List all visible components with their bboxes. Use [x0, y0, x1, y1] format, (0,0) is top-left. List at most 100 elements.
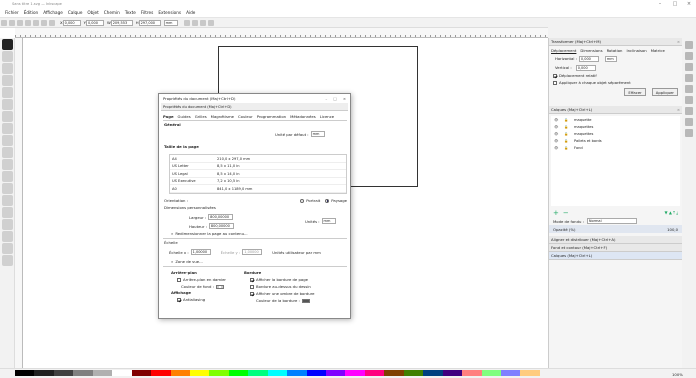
- dialog-minimize-icon[interactable]: –: [325, 96, 327, 101]
- page-size-list[interactable]: A4 210,0 x 297,0 mm US Letter 8,5 x 11,0 in…: [169, 154, 347, 194]
- dialog-maximize-icon[interactable]: □: [333, 96, 337, 101]
- unit-select[interactable]: mm: [163, 19, 178, 26]
- doc-props-tab[interactable]: Page: [163, 114, 174, 119]
- scale-y-input[interactable]: 1,00000: [242, 249, 263, 255]
- checkerboard-checkbox[interactable]: [177, 277, 181, 282]
- layer-lock-icon[interactable]: 🔓: [564, 118, 574, 122]
- bucket-tool-icon[interactable]: [2, 231, 13, 242]
- menu-item[interactable]: Extensions: [158, 10, 181, 15]
- doc-props-tab[interactable]: Métadonnées: [290, 114, 316, 119]
- selector-tool-icon[interactable]: [2, 39, 13, 50]
- scale-corners-icon[interactable]: [191, 19, 198, 26]
- transform-tab[interactable]: Dimensions: [580, 48, 602, 53]
- gradient-tool-icon[interactable]: [2, 243, 13, 254]
- border-top-checkbox[interactable]: [250, 284, 254, 289]
- transform-close-icon[interactable]: ×: [677, 39, 680, 44]
- page-height-input[interactable]: 800,00000: [208, 223, 234, 229]
- layer-row[interactable]: 👁 🔓 Pailets et bords: [551, 137, 680, 144]
- layer-visibility-icon[interactable]: 👁: [554, 146, 564, 150]
- tweak-tool-icon[interactable]: [2, 63, 13, 74]
- palette-swatch[interactable]: [326, 370, 346, 376]
- page-size-row[interactable]: US Legal 8,5 x 14,0 in: [170, 170, 346, 178]
- menu-item[interactable]: Filtres: [141, 10, 153, 15]
- palette-swatch[interactable]: [189, 370, 210, 376]
- width-input[interactable]: 209,553: [110, 19, 133, 26]
- palette-swatch[interactable]: [500, 370, 521, 376]
- docked-panel-tab[interactable]: Aligner et distribuer (Maj+Ctrl+A): [549, 236, 682, 244]
- doc-props-tab[interactable]: Guides: [178, 114, 191, 119]
- snap-nodes-icon[interactable]: [685, 63, 693, 71]
- layer-row[interactable]: 👁 🔓 Fond: [551, 144, 680, 151]
- doc-props-tab[interactable]: Programmation: [257, 114, 286, 119]
- snap-page-icon[interactable]: [685, 107, 693, 115]
- scale-x-input[interactable]: 1,00000: [190, 249, 211, 255]
- page-size-row[interactable]: A0 841,0 x 1189,0 mm: [170, 185, 346, 193]
- palette-swatch[interactable]: [151, 370, 171, 376]
- layer-visibility-icon[interactable]: 👁: [554, 118, 564, 122]
- blend-mode-select[interactable]: Normal: [586, 218, 637, 224]
- palette-swatch[interactable]: [287, 370, 307, 376]
- snap-bbox-icon[interactable]: [685, 52, 693, 60]
- flip-h-icon[interactable]: [41, 19, 47, 26]
- palette-swatch[interactable]: [34, 370, 54, 376]
- page-size-row[interactable]: US Executive 7,2 x 10,5 in: [170, 178, 346, 185]
- doc-props-tab[interactable]: Magnétisme: [211, 114, 234, 119]
- layer-visibility-icon[interactable]: 👁: [554, 132, 564, 136]
- layer-lock-icon[interactable]: 🔓: [564, 139, 574, 143]
- transform-tab[interactable]: Matrice: [651, 48, 665, 53]
- page-size-row[interactable]: US Letter 8,5 x 11,0 in: [170, 163, 346, 170]
- palette-swatch[interactable]: [481, 370, 501, 376]
- docked-panel-tab[interactable]: Fond et contour (Maj+Ctrl+F): [549, 244, 682, 252]
- deselect-icon[interactable]: [17, 19, 23, 26]
- menu-item[interactable]: Calque: [68, 10, 83, 15]
- move-gradients-icon[interactable]: [199, 19, 206, 26]
- snap-toggle-icon[interactable]: [685, 41, 693, 49]
- select-all-layers-icon[interactable]: [9, 19, 15, 26]
- landscape-radio[interactable]: [325, 198, 330, 203]
- vertical-input[interactable]: 0,000: [575, 64, 596, 71]
- viewbox-expander[interactable]: Zone de vue...: [175, 259, 202, 264]
- x-input[interactable]: 0,000: [62, 19, 81, 26]
- apply-each-checkbox[interactable]: [553, 80, 557, 85]
- layer-row[interactable]: 👁 🔓 maquettes: [551, 123, 680, 130]
- palette-swatch[interactable]: [53, 370, 74, 376]
- palette-swatch[interactable]: [92, 370, 113, 376]
- palette-swatch[interactable]: [248, 370, 268, 376]
- select-all-icon[interactable]: [1, 19, 7, 26]
- transform-unit-select[interactable]: mm: [604, 55, 617, 62]
- spray-tool-icon[interactable]: [2, 207, 13, 218]
- measure-tool-icon[interactable]: [2, 87, 13, 98]
- doc-props-tab[interactable]: Licence: [320, 114, 334, 119]
- maximize-button[interactable]: □: [670, 1, 680, 7]
- layer-lock-icon[interactable]: 🔓: [564, 146, 574, 150]
- snap-grid-icon[interactable]: [685, 118, 693, 126]
- palette-swatch[interactable]: [15, 370, 35, 376]
- node-tool-icon[interactable]: [2, 51, 13, 62]
- show-border-checkbox[interactable]: [250, 277, 254, 282]
- palette-swatch[interactable]: [267, 370, 288, 376]
- zoom-tool-icon[interactable]: [2, 75, 13, 86]
- palette-swatch[interactable]: [403, 370, 424, 376]
- layer-order-icons[interactable]: ▼ ▲ ⤒ ⤓: [664, 210, 678, 215]
- snap-paths-icon[interactable]: [685, 74, 693, 82]
- pencil-tool-icon[interactable]: [2, 159, 13, 170]
- apply-button[interactable]: Appliquer: [651, 88, 678, 96]
- doc-props-tab[interactable]: Grilles: [195, 114, 207, 119]
- relative-move-checkbox[interactable]: [553, 73, 557, 78]
- palette-swatch[interactable]: [520, 370, 540, 376]
- border-shadow-checkbox[interactable]: [250, 291, 254, 296]
- palette-swatch[interactable]: [209, 370, 229, 376]
- snap-centers-icon[interactable]: [685, 96, 693, 104]
- menu-item[interactable]: Fichier: [5, 10, 19, 15]
- layer-lock-icon[interactable]: 🔓: [564, 125, 574, 129]
- rotate-ccw-icon[interactable]: [25, 19, 31, 26]
- palette-swatch[interactable]: [423, 370, 443, 376]
- page-width-input[interactable]: 800,00000: [208, 214, 234, 220]
- docked-panel-tab[interactable]: Calques (Maj+Ctrl+L): [549, 252, 682, 260]
- remove-layer-icon[interactable]: −: [563, 209, 569, 217]
- layer-visibility-icon[interactable]: 👁: [554, 125, 564, 129]
- palette-swatch[interactable]: [384, 370, 404, 376]
- move-patterns-icon[interactable]: [207, 19, 214, 26]
- snap-guides-icon[interactable]: [685, 129, 693, 137]
- menu-item[interactable]: Aide: [186, 10, 195, 15]
